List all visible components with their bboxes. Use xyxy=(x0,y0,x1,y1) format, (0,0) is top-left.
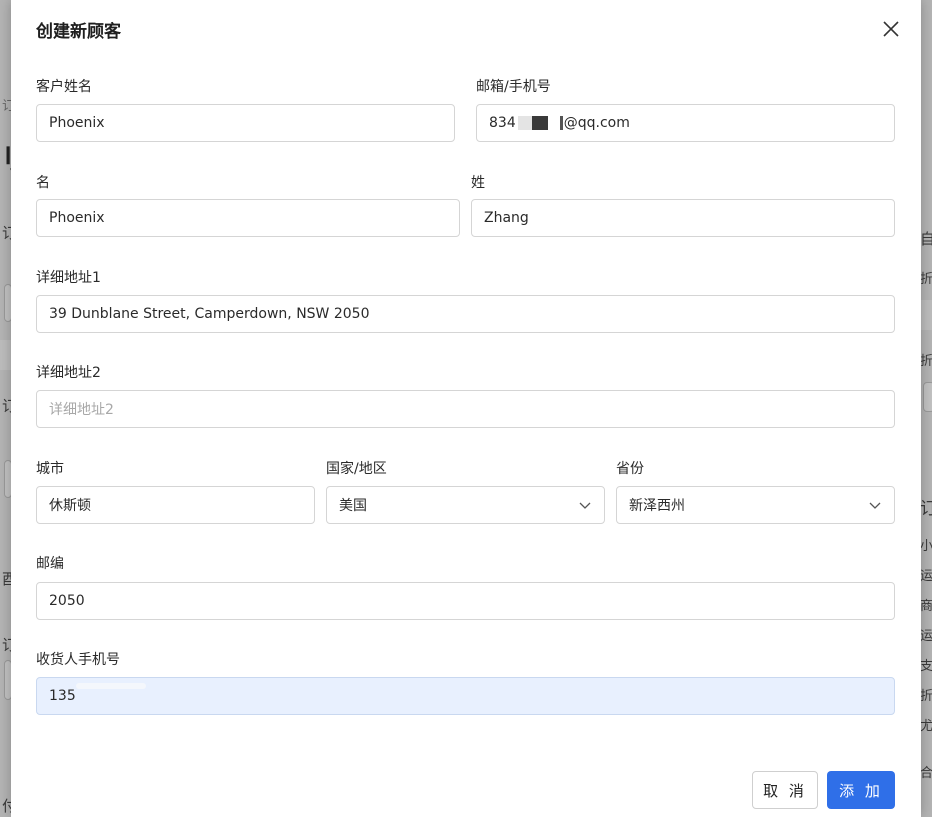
background-text-fragment: 小 xyxy=(920,539,932,554)
customer-name-input[interactable]: Phoenix xyxy=(36,104,455,142)
last-name-value: Zhang xyxy=(484,210,529,226)
postcode-value: 2050 xyxy=(49,593,85,609)
country-value: 美国 xyxy=(339,498,367,514)
city-input[interactable]: 休斯顿 xyxy=(36,486,315,524)
receiver-phone-value: 135 xyxy=(49,688,76,704)
background-input-fragment xyxy=(923,382,932,412)
background-text-fragment: 运 xyxy=(920,629,932,644)
first-name-input[interactable]: Phoenix xyxy=(36,199,460,237)
background-text-fragment: 折 xyxy=(920,272,932,287)
background-text-fragment: 自 xyxy=(920,230,932,248)
postcode-input[interactable]: 2050 xyxy=(36,582,895,620)
background-strip xyxy=(0,340,11,370)
email-phone-input[interactable]: 834 @qq.com xyxy=(476,104,895,142)
background-strip xyxy=(921,300,932,330)
postcode-label: 邮编 xyxy=(36,556,64,572)
cancel-button[interactable]: 取 消 xyxy=(752,771,818,809)
first-name-label: 名 xyxy=(36,175,50,191)
country-select[interactable]: 美国 xyxy=(326,486,605,524)
first-name-value: Phoenix xyxy=(49,210,105,226)
background-text-fragment: 折 xyxy=(920,354,932,369)
city-label: 城市 xyxy=(36,461,64,477)
receiver-phone-input[interactable]: 135 xyxy=(36,677,895,715)
chevron-down-icon xyxy=(869,502,881,509)
receiver-phone-label: 收货人手机号 xyxy=(36,652,120,668)
email-phone-value-suffix: @qq.com xyxy=(563,115,630,131)
address2-label: 详细地址2 xyxy=(36,365,101,381)
customer-name-value: Phoenix xyxy=(49,115,105,131)
background-text-fragment: 合 xyxy=(920,766,932,781)
last-name-label: 姓 xyxy=(471,175,485,191)
address1-label: 详细地址1 xyxy=(36,270,101,286)
redaction-block xyxy=(531,116,548,130)
province-value: 新泽西州 xyxy=(629,498,685,514)
background-text-fragment: 折 xyxy=(920,689,932,704)
background-text-fragment: 尤 xyxy=(920,719,932,734)
modal-title: 创建新顾客 xyxy=(36,22,121,42)
redaction-block xyxy=(559,116,563,130)
redaction-block xyxy=(517,116,532,130)
address1-value: 39 Dunblane Street, Camperdown, NSW 2050 xyxy=(49,306,370,322)
close-icon[interactable] xyxy=(876,14,906,44)
background-text-fragment: 运 xyxy=(920,569,932,584)
redaction-block xyxy=(75,683,146,689)
address2-placeholder: 详细地址2 xyxy=(49,402,114,418)
background-text-fragment: 商 xyxy=(920,599,932,614)
add-button[interactable]: 添 加 xyxy=(827,771,895,809)
customer-name-label: 客户姓名 xyxy=(36,79,92,95)
background-text-fragment: 订 xyxy=(920,499,932,519)
email-phone-label: 邮箱/手机号 xyxy=(476,79,551,95)
address2-input[interactable]: 详细地址2 xyxy=(36,390,895,428)
province-label: 省份 xyxy=(616,461,644,477)
redaction-block xyxy=(547,116,560,130)
last-name-input[interactable]: Zhang xyxy=(471,199,895,237)
province-select[interactable]: 新泽西州 xyxy=(616,486,895,524)
create-customer-modal: 创建新顾客 客户姓名 Phoenix 邮箱/手机号 834 @qq.com 名 … xyxy=(11,0,921,817)
city-value: 休斯顿 xyxy=(49,498,91,514)
address1-input[interactable]: 39 Dunblane Street, Camperdown, NSW 2050 xyxy=(36,295,895,333)
email-phone-value-prefix: 834 xyxy=(489,115,516,131)
country-label: 国家/地区 xyxy=(326,461,387,477)
chevron-down-icon xyxy=(579,502,591,509)
background-text-fragment: 支 xyxy=(920,659,932,674)
